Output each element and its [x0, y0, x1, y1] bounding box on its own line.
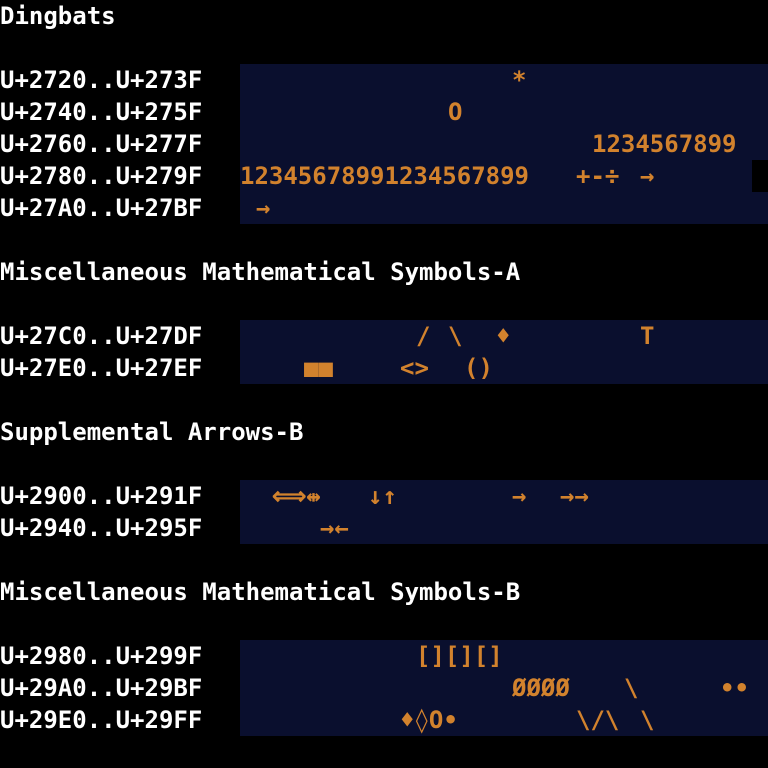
glyph-row: ♦◊O• \/\ \ — [240, 704, 768, 736]
glyph: →→ — [560, 482, 589, 510]
row-label: U+27A0..U+27BF — [0, 194, 203, 222]
glyph: / — [416, 322, 431, 350]
glyph-row: 12345678991234567899 +-÷ → — [240, 160, 768, 192]
glyph-row: → — [240, 192, 768, 224]
row-label: U+2900..U+291F — [0, 482, 203, 510]
section-title-dingbats: Dingbats — [0, 2, 116, 30]
glyph: → — [256, 194, 271, 222]
glyph: ■■ — [304, 354, 333, 382]
glyph-row: [][][] — [240, 640, 768, 672]
row-label: U+2940..U+295F — [0, 514, 203, 542]
glyph: () — [464, 354, 493, 382]
row-label: U+2740..U+275F — [0, 98, 203, 126]
glyph: \ — [624, 674, 639, 702]
glyph: ↓↑ — [368, 482, 397, 510]
row-label: U+27C0..U+27DF — [0, 322, 203, 350]
glyph: → — [512, 482, 527, 510]
missing-glyph-block — [752, 160, 768, 192]
glyph-row: ØØØØ \ •• — [240, 672, 768, 704]
glyph: → — [640, 162, 655, 190]
glyph: T — [640, 322, 655, 350]
glyph-row: / \ ♦ T — [240, 320, 768, 352]
row-label: U+2720..U+273F — [0, 66, 203, 94]
glyph: →← — [320, 514, 349, 542]
glyph: O — [448, 98, 463, 126]
section-title-math-symbols-a: Miscellaneous Mathematical Symbols-A — [0, 258, 521, 286]
row-label: U+29A0..U+29BF — [0, 674, 203, 702]
glyph: \ — [448, 322, 463, 350]
glyph-row: 1234567899 — [240, 128, 768, 160]
glyph-row: ⟺⇹ ↓↑ → →→ — [240, 480, 768, 512]
row-label: U+2760..U+277F — [0, 130, 203, 158]
glyph: <> — [400, 354, 429, 382]
glyph: ØØØØ — [512, 674, 570, 702]
glyph: \/\ — [576, 706, 620, 734]
glyph: +-÷ — [576, 162, 620, 190]
section-title-supplemental-arrows-b: Supplemental Arrows-B — [0, 418, 304, 446]
glyph: ⟺⇹ — [272, 482, 321, 510]
glyph: [][][] — [416, 642, 503, 670]
glyph-row: ■■ <> () — [240, 352, 768, 384]
glyph: ♦ — [496, 322, 511, 350]
row-label: U+29E0..U+29FF — [0, 706, 203, 734]
row-label: U+2780..U+279F — [0, 162, 203, 190]
glyph-row: * — [240, 64, 768, 96]
glyph: 1234567899 — [592, 130, 737, 158]
glyph: •• — [720, 674, 749, 702]
unicode-coverage-screen: Dingbats U+2720..U+273F * U+2740..U+275F… — [0, 0, 768, 768]
row-label: U+27E0..U+27EF — [0, 354, 203, 382]
glyph: 12345678991234567899 — [240, 162, 529, 190]
glyph: * — [512, 66, 527, 94]
glyph-row: →← — [240, 512, 768, 544]
glyph: ♦◊O• — [400, 706, 458, 734]
section-title-math-symbols-b: Miscellaneous Mathematical Symbols-B — [0, 578, 521, 606]
row-label: U+2980..U+299F — [0, 642, 203, 670]
glyph-row: O — [240, 96, 768, 128]
glyph: \ — [640, 706, 655, 734]
